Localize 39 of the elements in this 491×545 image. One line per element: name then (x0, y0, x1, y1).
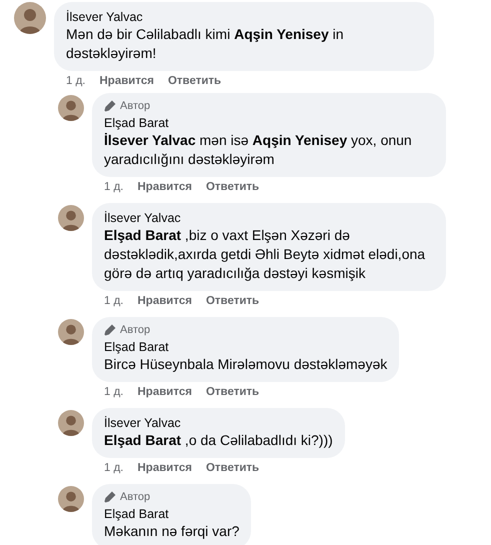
comment-text: Elşad Barat ,biz o vaxt Elşən Xəzəri də dəstəklədik,axırda getdi Əhli Beytə xidmət elədi,ona görə də artıq yaradıcılığa dəstəyi kəsmişik (104, 226, 426, 283)
reply-link[interactable]: Ответить (206, 295, 260, 307)
reply-link[interactable]: Ответить (168, 75, 222, 87)
comment-text: Mən də bir Cəlilabadlı kimi Aqşin Yenisey in dəstəkləyirəm! (66, 25, 345, 63)
author-name[interactable]: Elşad Barat (104, 115, 434, 131)
like-link[interactable]: Нравится (138, 295, 192, 307)
like-link[interactable]: Нравится (138, 181, 192, 193)
avatar[interactable] (58, 486, 84, 512)
avatar[interactable] (58, 205, 84, 231)
author-label: Автор (120, 100, 150, 112)
avatar[interactable] (58, 319, 84, 345)
comment-time[interactable]: 1 д. (104, 386, 124, 398)
comment-time[interactable]: 1 д. (104, 181, 124, 193)
pen-icon (104, 100, 116, 112)
like-link[interactable]: Нравится (138, 462, 192, 474)
reply-link[interactable]: Ответить (206, 386, 260, 398)
author-name[interactable]: İlsever Yalvac (104, 415, 333, 431)
author-label: Автор (120, 491, 150, 503)
author-name[interactable]: Elşad Barat (104, 339, 388, 355)
comment-text: Məkanın nə fərqi var? (104, 522, 240, 541)
author-name[interactable]: İlsever Yalvac (104, 210, 434, 226)
author-name[interactable]: Elşad Barat (104, 506, 240, 522)
like-link[interactable]: Нравится (138, 386, 192, 398)
author-label: Автор (120, 324, 150, 336)
avatar[interactable] (58, 410, 84, 436)
reply-link[interactable]: Ответить (206, 462, 260, 474)
comment-text: İlsever Yalvac mən isə Aqşin Yenisey yox, onun yaradıcılığını dəstəkləyirəm (104, 131, 413, 169)
like-link[interactable]: Нравится (100, 75, 154, 87)
comment-text: Bircə Hüseynbala Mirələmovu dəstəkləməyək (104, 355, 388, 374)
pen-icon (104, 491, 116, 503)
comment-time[interactable]: 1 д. (104, 295, 124, 307)
reply-link[interactable]: Ответить (206, 181, 260, 193)
avatar[interactable] (14, 2, 46, 34)
comment-time[interactable]: 1 д. (66, 75, 86, 87)
author-name[interactable]: İlsever Yalvac (66, 9, 422, 25)
pen-icon (104, 324, 116, 336)
comment-text: Elşad Barat ,o da Cəlilabadlıdı ki?))) (104, 431, 333, 450)
comment-time[interactable]: 1 д. (104, 462, 124, 474)
avatar[interactable] (58, 95, 84, 121)
